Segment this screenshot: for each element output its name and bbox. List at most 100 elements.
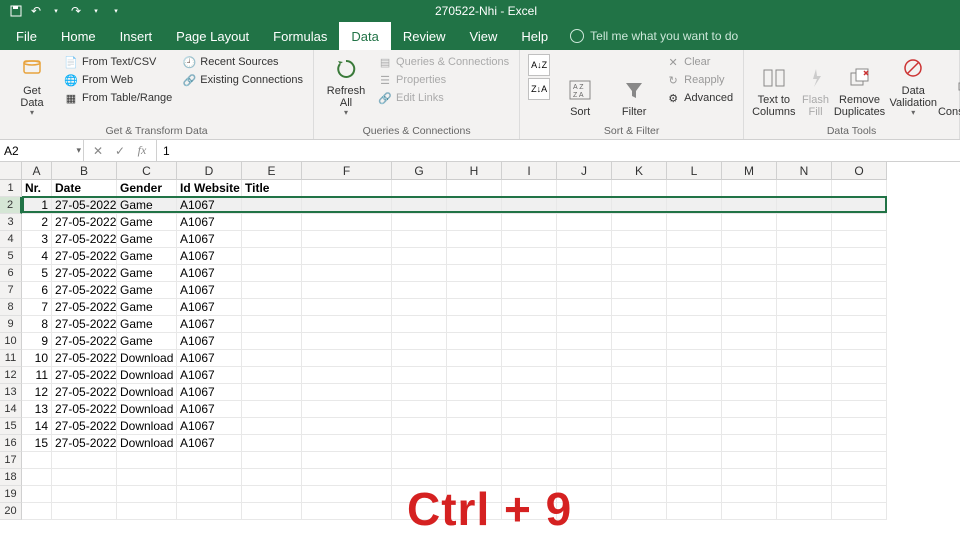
cell[interactable] — [557, 265, 612, 282]
cell[interactable]: A1067 — [177, 367, 242, 384]
cell[interactable] — [392, 333, 447, 350]
cell[interactable]: A1067 — [177, 214, 242, 231]
cell[interactable] — [242, 418, 302, 435]
cell[interactable] — [302, 197, 392, 214]
cell[interactable] — [557, 503, 612, 520]
cell[interactable] — [502, 350, 557, 367]
redo-dropdown-icon[interactable]: ▾ — [88, 3, 104, 19]
cell[interactable] — [447, 231, 502, 248]
sort-button[interactable]: A ZZ A Sort — [556, 54, 604, 118]
cell[interactable] — [612, 401, 667, 418]
tell-me-search[interactable]: Tell me what you want to do — [570, 22, 738, 50]
cell[interactable] — [667, 418, 722, 435]
cell[interactable] — [447, 180, 502, 197]
cell[interactable] — [447, 469, 502, 486]
cell[interactable] — [667, 248, 722, 265]
cell[interactable] — [242, 435, 302, 452]
cell[interactable] — [302, 299, 392, 316]
cell[interactable] — [242, 486, 302, 503]
cell[interactable]: 14 — [22, 418, 52, 435]
column-header[interactable]: K — [612, 162, 667, 180]
cancel-formula-button[interactable]: ✕ — [90, 144, 106, 158]
cell[interactable] — [117, 452, 177, 469]
cell[interactable] — [302, 350, 392, 367]
cell[interactable]: A1067 — [177, 333, 242, 350]
cell[interactable] — [447, 316, 502, 333]
cell[interactable] — [612, 486, 667, 503]
cell[interactable] — [242, 333, 302, 350]
cell[interactable] — [777, 452, 832, 469]
cell[interactable] — [242, 452, 302, 469]
cell[interactable] — [612, 350, 667, 367]
cell[interactable] — [22, 503, 52, 520]
cell[interactable] — [612, 180, 667, 197]
cell[interactable] — [302, 367, 392, 384]
row-header[interactable]: 9 — [0, 316, 22, 333]
cell[interactable] — [722, 452, 777, 469]
from-text-csv-button[interactable]: 📄From Text/CSV — [62, 54, 174, 70]
cell[interactable] — [832, 197, 887, 214]
cell[interactable] — [302, 469, 392, 486]
cell[interactable] — [502, 316, 557, 333]
cell[interactable] — [667, 367, 722, 384]
get-data-button[interactable]: Get Data ▾ — [8, 54, 56, 118]
cell[interactable] — [447, 214, 502, 231]
cell[interactable] — [777, 367, 832, 384]
cell[interactable]: 1 — [22, 197, 52, 214]
column-header[interactable]: N — [777, 162, 832, 180]
cell[interactable]: 11 — [22, 367, 52, 384]
cell[interactable] — [52, 503, 117, 520]
cell[interactable]: 8 — [22, 316, 52, 333]
cell[interactable] — [392, 435, 447, 452]
column-header[interactable]: A — [22, 162, 52, 180]
cell[interactable] — [177, 452, 242, 469]
cell[interactable] — [392, 282, 447, 299]
cell[interactable] — [557, 282, 612, 299]
cell[interactable]: A1067 — [177, 350, 242, 367]
cell[interactable]: 27-05-2022 — [52, 435, 117, 452]
cell[interactable] — [447, 350, 502, 367]
cell[interactable] — [777, 469, 832, 486]
cell[interactable] — [447, 197, 502, 214]
cell[interactable] — [392, 486, 447, 503]
cell[interactable] — [502, 452, 557, 469]
queries-connections-button[interactable]: ▤Queries & Connections — [376, 54, 511, 70]
cell[interactable]: A1067 — [177, 299, 242, 316]
cell[interactable] — [557, 435, 612, 452]
cell[interactable]: 27-05-2022 — [52, 384, 117, 401]
cell[interactable] — [832, 384, 887, 401]
cell[interactable] — [502, 197, 557, 214]
filter-button[interactable]: Filter — [610, 54, 658, 118]
cell[interactable] — [557, 333, 612, 350]
cell[interactable] — [722, 384, 777, 401]
chevron-down-icon[interactable]: ▾ — [76, 145, 81, 156]
cell[interactable] — [302, 418, 392, 435]
cell[interactable] — [832, 299, 887, 316]
cell[interactable]: Game — [117, 316, 177, 333]
cell[interactable] — [557, 180, 612, 197]
cell[interactable]: Game — [117, 333, 177, 350]
cell[interactable] — [612, 231, 667, 248]
cell[interactable] — [722, 197, 777, 214]
cell[interactable] — [447, 503, 502, 520]
cell[interactable] — [612, 452, 667, 469]
cell[interactable]: 27-05-2022 — [52, 282, 117, 299]
cell[interactable] — [612, 299, 667, 316]
cell[interactable] — [612, 384, 667, 401]
redo-icon[interactable]: ↷ — [68, 3, 84, 19]
cell[interactable] — [392, 401, 447, 418]
cell[interactable] — [447, 282, 502, 299]
cell[interactable] — [612, 316, 667, 333]
remove-duplicates-button[interactable]: Remove Duplicates — [836, 54, 884, 118]
sort-desc-button[interactable]: Z↓A — [528, 78, 550, 100]
cell[interactable] — [392, 350, 447, 367]
cell[interactable] — [832, 316, 887, 333]
row-header[interactable]: 6 — [0, 265, 22, 282]
cell[interactable] — [722, 503, 777, 520]
cell[interactable]: A1067 — [177, 401, 242, 418]
cell[interactable]: 27-05-2022 — [52, 316, 117, 333]
cell[interactable] — [832, 231, 887, 248]
cell[interactable] — [557, 486, 612, 503]
cell[interactable]: 10 — [22, 350, 52, 367]
undo-icon[interactable]: ↶ — [28, 3, 44, 19]
